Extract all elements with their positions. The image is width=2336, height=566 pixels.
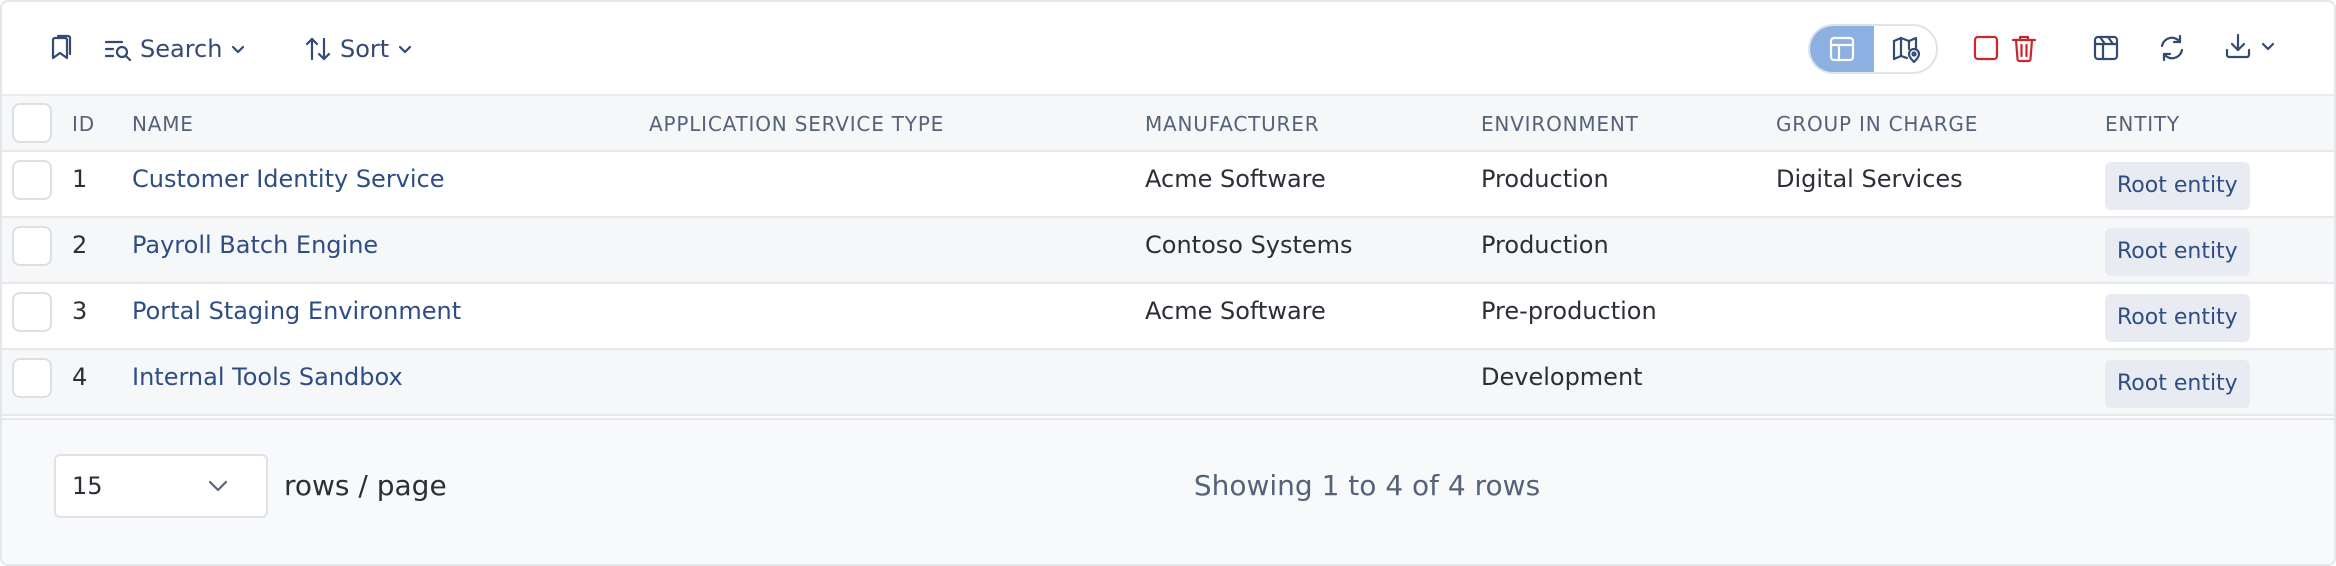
table-view-button[interactable] (1810, 26, 1874, 72)
header-environment[interactable]: ENVIRONMENT (1481, 96, 1639, 152)
row-id: 3 (72, 297, 88, 325)
showing-rows-text: Showing 1 to 4 of 4 rows (1193, 469, 1541, 502)
select-all-button[interactable] (1972, 34, 2000, 62)
view-toggle (1808, 24, 1938, 74)
row-name-link[interactable]: Customer Identity Service (132, 152, 445, 206)
sort-label: Sort (340, 35, 390, 63)
search-label: Search (140, 35, 223, 63)
download-icon (2225, 33, 2251, 59)
columns-icon (2093, 35, 2119, 61)
row-manufacturer: Acme Software (1145, 165, 1326, 193)
row-checkbox[interactable] (12, 292, 52, 332)
table-view-icon (1829, 36, 1855, 62)
pagination-footer: 15 rows / page Showing 1 to 4 of 4 rows (2, 418, 2334, 564)
row-checkbox[interactable] (12, 358, 52, 398)
row-checkbox[interactable] (12, 226, 52, 266)
delete-button[interactable] (2010, 33, 2038, 63)
search-button[interactable]: Search (104, 30, 246, 68)
row-group: Digital Services (1776, 165, 1963, 193)
sort-icon (305, 37, 331, 61)
search-filter-icon (104, 40, 132, 61)
row-name-link[interactable]: Internal Tools Sandbox (132, 350, 403, 404)
table-row[interactable]: 3 Portal Staging Environment Acme Softwa… (2, 284, 2334, 350)
header-service-type[interactable]: APPLICATION SERVICE TYPE (649, 96, 944, 152)
entity-badge: Root entity (2105, 360, 2250, 408)
row-environment: Pre-production (1481, 297, 1657, 325)
chevron-down-icon (2261, 42, 2275, 51)
download-button[interactable] (2224, 32, 2276, 60)
row-id: 2 (72, 231, 88, 259)
row-name-link[interactable]: Payroll Batch Engine (132, 218, 378, 272)
row-environment: Production (1481, 165, 1609, 193)
row-id: 4 (72, 363, 88, 391)
row-manufacturer: Acme Software (1145, 297, 1326, 325)
row-environment: Production (1481, 231, 1609, 259)
columns-button[interactable] (2092, 34, 2120, 62)
select-all-checkbox[interactable] (12, 103, 52, 143)
table-header: ID NAME APPLICATION SERVICE TYPE MANUFAC… (2, 94, 2334, 152)
table-row[interactable]: 2 Payroll Batch Engine Contoso Systems P… (2, 218, 2334, 284)
row-manufacturer: Contoso Systems (1145, 231, 1353, 259)
header-manufacturer[interactable]: MANUFACTURER (1145, 96, 1319, 152)
table-row[interactable]: 4 Internal Tools Sandbox Development Roo… (2, 350, 2334, 416)
entity-badge: Root entity (2105, 228, 2250, 276)
checkbox-outline-icon (1973, 35, 1999, 61)
list-card: Search Sort ID NAME APPLICATION SERVICE … (0, 0, 2336, 566)
row-environment: Development (1481, 363, 1643, 391)
map-view-button[interactable] (1874, 26, 1938, 72)
toolbar: Search Sort (2, 2, 2334, 94)
row-checkbox[interactable] (12, 160, 52, 200)
refresh-icon (2160, 34, 2184, 62)
refresh-button[interactable] (2158, 34, 2186, 62)
bookmark-icon[interactable] (48, 34, 74, 62)
header-name[interactable]: NAME (132, 96, 194, 152)
map-view-icon (1892, 36, 1921, 63)
table-row[interactable]: 1 Customer Identity Service Acme Softwar… (2, 152, 2334, 218)
header-group[interactable]: GROUP IN CHARGE (1776, 96, 1978, 152)
row-name-link[interactable]: Portal Staging Environment (132, 284, 461, 338)
row-id: 1 (72, 165, 88, 193)
trash-icon (2011, 35, 2037, 63)
header-entity[interactable]: ENTITY (2105, 96, 2180, 152)
header-id[interactable]: ID (72, 96, 95, 152)
chevron-down-icon (232, 45, 245, 54)
chevron-down-icon (399, 45, 412, 54)
sort-button[interactable]: Sort (304, 30, 413, 68)
entity-badge: Root entity (2105, 294, 2250, 342)
entity-badge: Root entity (2105, 162, 2250, 210)
